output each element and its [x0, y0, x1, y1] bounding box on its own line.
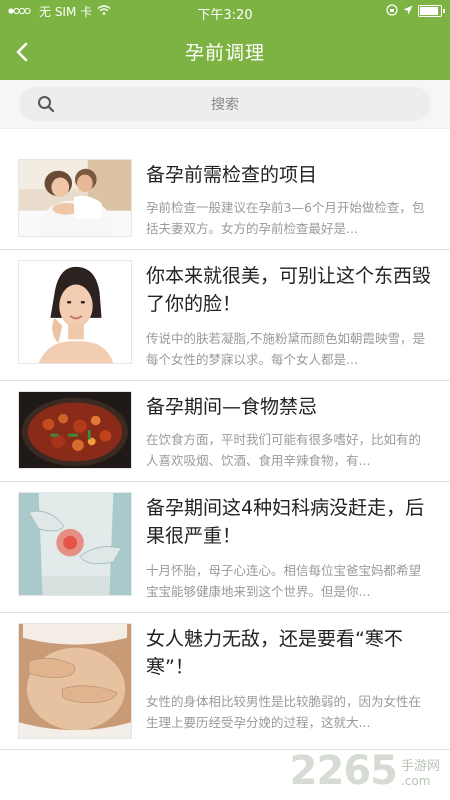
search-input[interactable]: 搜索	[19, 87, 431, 121]
wifi-icon	[97, 4, 111, 18]
signal-dots-icon	[8, 4, 34, 18]
article-title: 女人魅力无敌，还是要看“寒不寒”！	[146, 628, 403, 678]
article-title: 备孕期间这4种妇科病没赶走，后果很严重！	[146, 497, 425, 547]
list-item[interactable]: 女人魅力无敌，还是要看“寒不寒”！ 女性的身体相比较男性是比较脆弱的，因为女性在…	[0, 613, 450, 750]
top-bar: 无 SIM 卡 下午3:20 孕前调理	[0, 0, 450, 80]
article-title: 备孕前需检查的项目	[146, 164, 318, 186]
article-thumbnail-abdomen	[18, 492, 132, 596]
search-icon	[37, 95, 55, 117]
search-area: 搜索	[0, 80, 450, 129]
article-thumbnail-couple	[18, 159, 132, 237]
watermark-site: 手游网	[400, 759, 440, 774]
list-item[interactable]: 备孕前需检查的项目 孕前检查一般建议在孕前3—6个月开始做检查，包括夫妻双方。女…	[0, 149, 450, 250]
list-item[interactable]: 备孕期间—食物禁忌 在饮食方面，平时我们可能有很多嗜好，比如有的人喜欢吸烟、饮酒…	[0, 381, 450, 482]
article-list: 备孕前需检查的项目 孕前检查一般建议在孕前3—6个月开始做检查，包括夫妻双方。女…	[0, 149, 450, 750]
article-summary: 十月怀胎，母子心连心。相信每位宝爸宝妈都希望宝宝能够健康地来到这个世界。但是你.…	[146, 563, 422, 599]
rotation-lock-icon	[386, 3, 398, 19]
watermark-logo: 2265 手游网 .com	[290, 748, 440, 794]
article-title: 备孕期间—食物禁忌	[146, 396, 318, 418]
status-bar: 无 SIM 卡 下午3:20	[0, 0, 450, 23]
list-item[interactable]: 备孕期间这4种妇科病没赶走，后果很严重！ 十月怀胎，母子心连心。相信每位宝爸宝妈…	[0, 482, 450, 613]
article-summary: 传说中的肤若凝脂,不施粉黛而颜色如朝霞映雪，是每个女性的梦寐以求。每个女人都是.…	[146, 331, 425, 367]
article-thumbnail-woman-face	[18, 260, 132, 364]
battery-icon	[418, 5, 445, 17]
article-summary: 女性的身体相比较男性是比较脆弱的，因为女性在生理上要历经受孕分娩的过程，这就大.…	[146, 694, 422, 730]
watermark-domain: .com	[400, 774, 431, 788]
chevron-left-icon	[16, 42, 28, 62]
location-arrow-icon	[403, 4, 413, 18]
article-title: 你本来就很美，可别让这个东西毁了你的脸！	[146, 265, 432, 315]
article-summary: 孕前检查一般建议在孕前3—6个月开始做检查，包括夫妻双方。女方的孕前检查最好是.…	[146, 200, 425, 236]
back-button[interactable]	[12, 40, 32, 64]
nav-bar: 孕前调理	[0, 22, 450, 80]
article-thumbnail-spicy-food	[18, 391, 132, 469]
article-summary: 在饮食方面，平时我们可能有很多嗜好，比如有的人喜欢吸烟、饮酒、食用辛辣食物，有.…	[146, 432, 422, 468]
page-title: 孕前调理	[184, 41, 265, 64]
carrier-label: 无 SIM 卡	[39, 4, 93, 19]
list-spacer	[0, 129, 450, 149]
watermark-number: 2265	[289, 748, 398, 794]
article-thumbnail-belly-hands	[18, 623, 132, 739]
list-item[interactable]: 你本来就很美，可别让这个东西毁了你的脸！ 传说中的肤若凝脂,不施粉黛而颜色如朝霞…	[0, 250, 450, 381]
search-placeholder: 搜索	[211, 97, 239, 113]
